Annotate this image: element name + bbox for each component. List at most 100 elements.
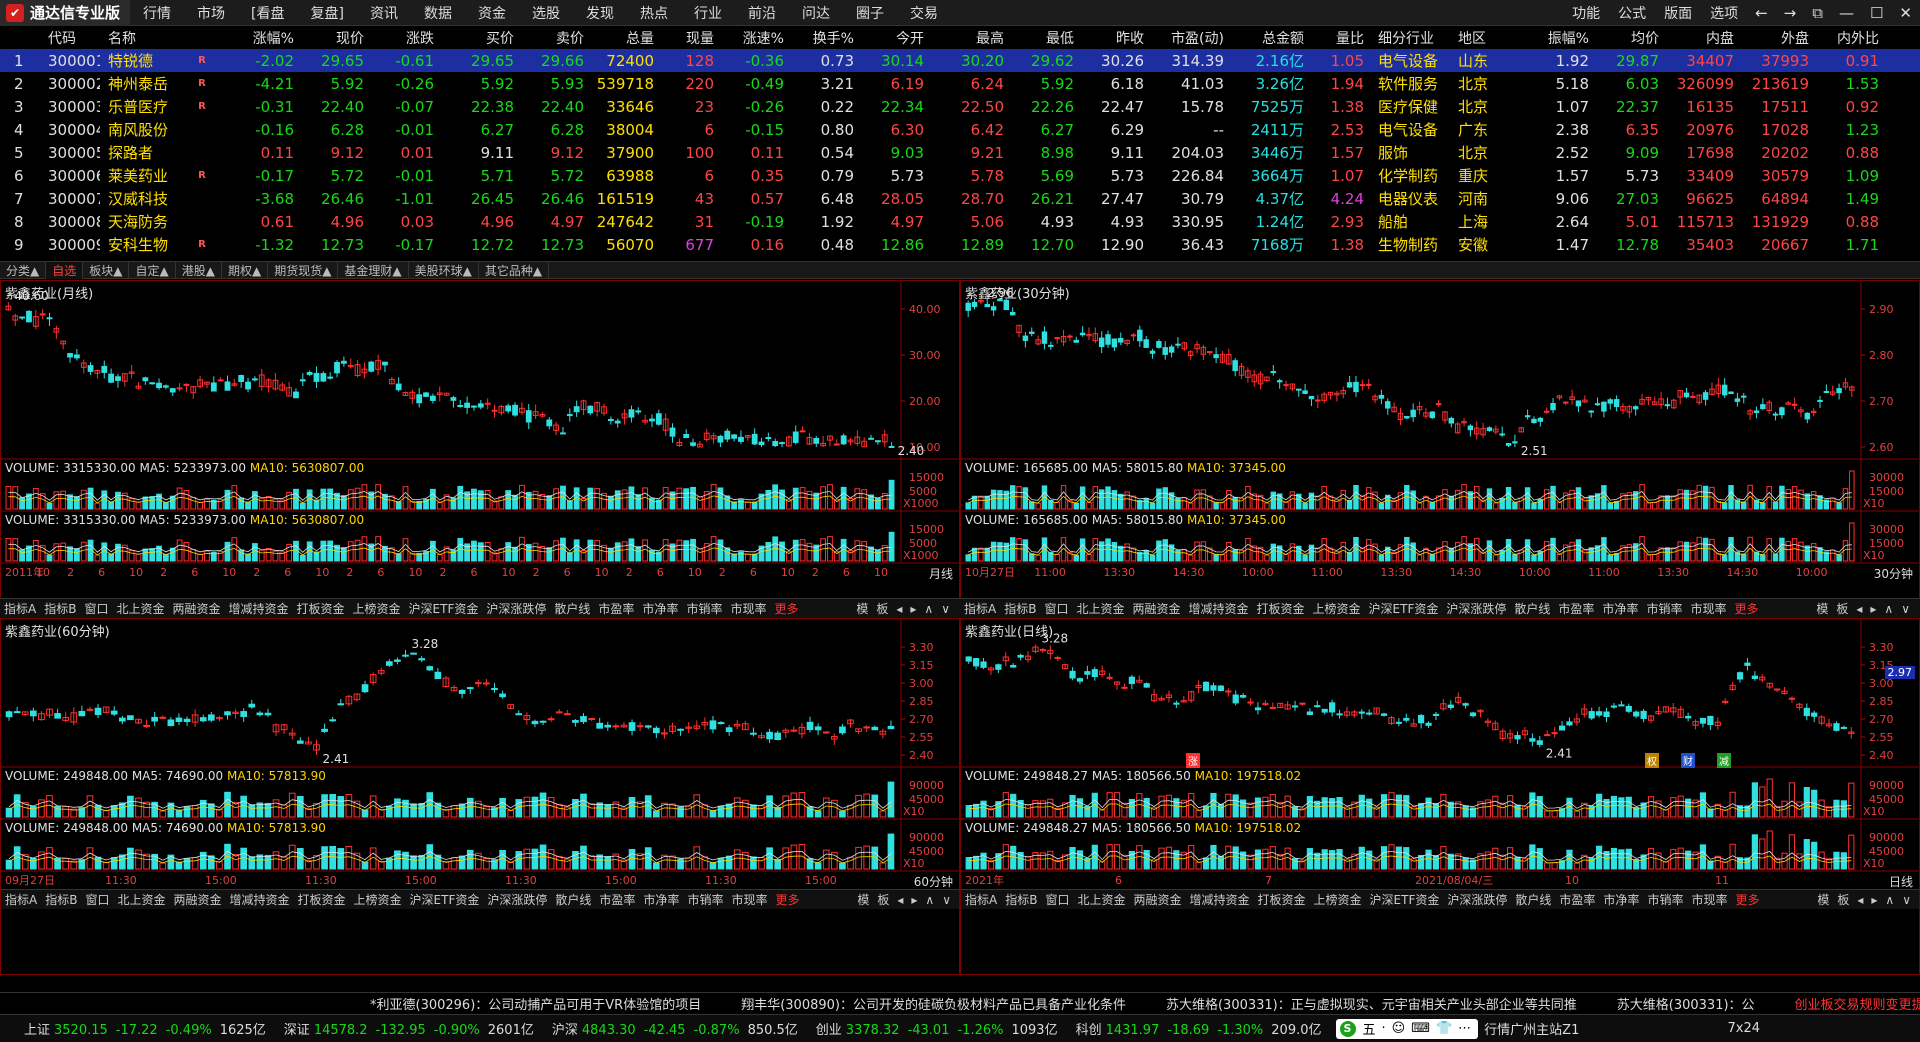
ime-button[interactable]: ⋯ [1458,1021,1471,1036]
period-label[interactable]: 60分钟 [914,873,953,890]
index-item[interactable]: 沪深 4843.30 -42.45 -0.87% 850.5亿 [552,1019,806,1038]
indicator-tab[interactable]: 沪深涨跌停 [1443,891,1511,908]
category-tab[interactable]: 期货现货▲ [268,261,339,279]
period-label[interactable]: 日线 [1889,873,1913,890]
news-item[interactable]: *利亚德(300296)：公司动捕产品可用于VR体验馆的项目 [370,994,701,1013]
indicator-tab[interactable]: 窗口 [1041,891,1073,908]
chart-panel-3[interactable]: 3.30 3.15 3.00 2.85 2.70 2.55 2.40 90000 45000 X1… [960,618,1920,975]
menu-item[interactable]: 交易 [897,3,951,23]
news-item[interactable]: 苏大维格(300331)：正与虚拟现实、元宇宙相关产业头部企业等共同推 [1166,994,1577,1013]
table-row[interactable]: 6 300006 莱美药业 R -0.17 5.72 -0.01 5.71 5.72 63988 6… [0,164,1920,187]
column-header[interactable]: 涨速% [720,28,790,48]
indicator-tab[interactable]: 市盈率 [1554,600,1598,617]
news-item[interactable]: 翔丰华(300890)：公司开发的硅碳负极材料产品已具备产业化条件 [741,994,1126,1013]
indicator-tab[interactable]: 沪深ETF资金 [405,600,483,617]
indicator-tab[interactable]: 市盈率 [594,600,638,617]
close-icon[interactable]: ✕ [1891,4,1920,22]
indicator-tab[interactable]: 市净率 [638,600,682,617]
panel-control-button[interactable]: 模 [852,602,872,616]
indicator-tab[interactable]: 指标A [0,600,40,617]
indicator-tab[interactable]: 增减持资金 [1186,891,1254,908]
indicator-tab[interactable]: 指标B [1000,600,1040,617]
period-label[interactable]: 月线 [929,565,953,582]
indicator-tab[interactable]: 增减持资金 [1185,600,1253,617]
column-header[interactable]: 细分行业 [1370,28,1450,48]
column-header[interactable]: 量比 [1310,28,1370,48]
indicator-tab[interactable]: 指标B [41,891,81,908]
indicator-tab[interactable]: 打板资金 [294,891,350,908]
chart-panel-1[interactable]: 2.90 2.80 2.70 2.60 30000 15000 X10 30000 15000 X… [960,280,1920,618]
back-icon[interactable]: ← [1747,4,1776,22]
column-header[interactable]: 地区 [1450,28,1520,48]
ime-button[interactable]: ☺ [1392,1021,1406,1036]
indicator-tab[interactable]: 指标B [40,600,80,617]
category-tab[interactable]: 自选 [46,261,84,279]
chart-title[interactable]: 紫鑫药业(60分钟) [5,621,110,640]
menu-item[interactable]: [看盘 [238,3,297,23]
panel-control-button[interactable]: ∧ [921,893,938,907]
menu-item[interactable]: 行情 [130,3,184,23]
table-row[interactable]: 8 300008 天海防务 0.61 4.96 0.03 4.96 4.97 247642 31 -… [0,210,1920,233]
indicator-tab[interactable]: 市盈率 [1555,891,1599,908]
panel-control-button[interactable]: 模 [1813,893,1833,907]
column-header[interactable]: 名称 [100,28,190,48]
restore-icon[interactable]: ⧉ [1804,4,1831,22]
indicator-tab[interactable]: 窗口 [81,891,113,908]
chart-panel-2[interactable]: 3.30 3.15 3.00 2.85 2.70 2.55 2.40 90000 45000 X1… [0,618,960,975]
indicator-tab[interactable]: 指标A [1,891,41,908]
menu-item[interactable]: 发现 [573,3,627,23]
indicator-tab[interactable]: 散户线 [550,600,594,617]
ime-button[interactable]: · [1382,1021,1386,1036]
table-row[interactable]: 9 300009 安科生物 R -1.32 12.73 -0.17 12.72 12.73 560… [0,233,1920,256]
indicator-tab[interactable]: 北上资金 [112,600,168,617]
indicator-tab[interactable]: 北上资金 [1073,891,1129,908]
category-tab[interactable]: 美股环球▲ [409,261,479,279]
category-tab[interactable]: 其它品种▲ [479,261,550,279]
menu-item[interactable]: 资讯 [357,3,411,23]
more-tab[interactable]: 更多 [1730,600,1762,617]
ime-button[interactable]: ⌨ [1411,1021,1430,1036]
indicator-tab[interactable]: 北上资金 [1072,600,1128,617]
indicator-tab[interactable]: 散户线 [551,891,595,908]
indicator-tab[interactable]: 市销率 [682,600,726,617]
column-header[interactable]: 总金额 [1230,28,1310,48]
indicator-tab[interactable]: 沪深涨跌停 [482,600,550,617]
column-header[interactable]: 涨跌 [370,28,440,48]
indicator-tab[interactable]: 沪深涨跌停 [1442,600,1510,617]
indicator-tab[interactable]: 上榜资金 [1309,600,1365,617]
column-header[interactable]: 买价 [440,28,520,48]
panel-control-button[interactable]: ▸ [907,893,921,907]
indicator-tab[interactable]: 市盈率 [595,891,639,908]
column-header[interactable]: 内外比 [1815,28,1885,48]
indicator-tab[interactable]: 指标A [960,600,1000,617]
panel-control-button[interactable]: ∧ [1881,893,1898,907]
table-row[interactable]: 7 300007 汉威科技 -3.68 26.46 -1.01 26.45 26.46 1615… [0,187,1920,210]
category-tab[interactable]: 板块▲ [83,261,130,279]
panel-control-button[interactable]: ∧ [1880,602,1897,616]
category-tab[interactable]: 期权▲ [222,261,269,279]
minimize-icon[interactable]: — [1831,4,1862,22]
column-header[interactable]: 市盈(动) [1150,28,1230,48]
period-label[interactable]: 30分钟 [1874,565,1913,582]
menu-item[interactable]: 前沿 [735,3,789,23]
column-header[interactable]: 现量 [660,28,720,48]
indicator-tab[interactable]: 散户线 [1510,600,1554,617]
indicator-tab[interactable]: 北上资金 [113,891,169,908]
menu-item[interactable]: 选股 [519,3,573,23]
table-row[interactable]: 3 300003 乐普医疗 R -0.31 22.40 -0.07 22.38 22.40 336… [0,95,1920,118]
index-item[interactable]: 深证 14578.2 -132.95 -0.90% 2601亿 [284,1019,542,1038]
indicator-tab[interactable]: 市销率 [1643,891,1687,908]
index-item[interactable]: 创业 3378.32 -43.01 -1.26% 1093亿 [816,1019,1066,1038]
event-marker-cai[interactable]: 财 [1681,753,1695,768]
indicator-tab[interactable]: 市净率 [639,891,683,908]
indicator-tab[interactable]: 两融资金 [168,600,224,617]
indicator-tab[interactable]: 市净率 [1599,891,1643,908]
panel-control-button[interactable]: ▸ [906,602,920,616]
menu-item[interactable]: 数据 [411,3,465,23]
menu-item[interactable]: 问达 [789,3,843,23]
index-item[interactable]: 科创 1431.97 -18.69 -1.30% 209.0亿 [1076,1019,1330,1038]
event-marker-quan[interactable]: 权 [1645,753,1659,768]
indicator-tab[interactable]: 市销率 [683,891,727,908]
indicator-tab[interactable]: 窗口 [1040,600,1072,617]
indicator-tab[interactable]: 增减持资金 [225,600,293,617]
